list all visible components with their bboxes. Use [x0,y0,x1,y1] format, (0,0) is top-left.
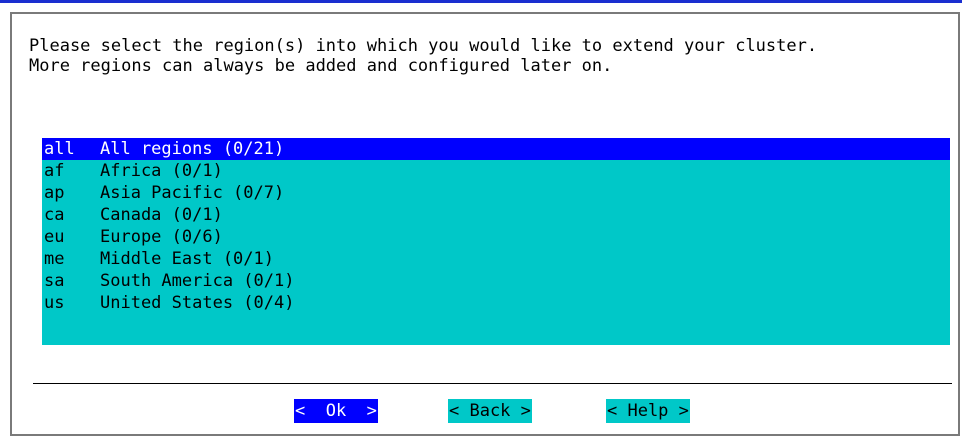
region-label: Europe (0/6) [100,227,223,247]
region-item-sa[interactable]: sa South America (0/1) [42,270,950,292]
region-label: Africa (0/1) [100,161,223,181]
region-item-af[interactable]: af Africa (0/1) [42,160,950,182]
region-label: South America (0/1) [100,271,295,291]
region-code: us [44,293,65,313]
region-code: ca [44,205,65,225]
region-item-all[interactable]: all All regions (0/21) [42,138,950,160]
back-button[interactable]: < Back > [448,399,532,423]
prompt-line-1: Please select the region(s) into which y… [29,36,818,56]
button-separator [33,383,952,384]
region-item-eu[interactable]: eu Europe (0/6) [42,226,950,248]
region-label: Canada (0/1) [100,205,223,225]
region-item-us[interactable]: us United States (0/4) [42,292,950,314]
region-code: all [44,139,75,159]
region-list[interactable]: all All regions (0/21) af Africa (0/1) a… [42,138,950,345]
region-label: United States (0/4) [100,293,295,313]
region-item-ap[interactable]: ap Asia Pacific (0/7) [42,182,950,204]
prompt-text: Please select the region(s) into which y… [29,36,817,76]
prompt-line-2: More regions can always be added and con… [29,56,613,76]
region-code: af [44,161,65,181]
region-item-ca[interactable]: ca Canada (0/1) [42,204,950,226]
region-label: All regions (0/21) [100,139,285,159]
region-label: Asia Pacific (0/7) [100,183,285,203]
region-item-me[interactable]: me Middle East (0/1) [42,248,950,270]
region-code: ap [44,183,65,203]
region-label: Middle East (0/1) [100,249,274,269]
button-bar: < Ok > < Back > < Help > [12,399,958,423]
region-code: sa [44,271,65,291]
region-selection-dialog: Please select the region(s) into which y… [10,12,960,436]
help-button[interactable]: < Help > [606,399,690,423]
top-border [0,0,962,3]
region-code: eu [44,227,65,247]
region-code: me [44,249,65,269]
ok-button[interactable]: < Ok > [294,399,378,423]
